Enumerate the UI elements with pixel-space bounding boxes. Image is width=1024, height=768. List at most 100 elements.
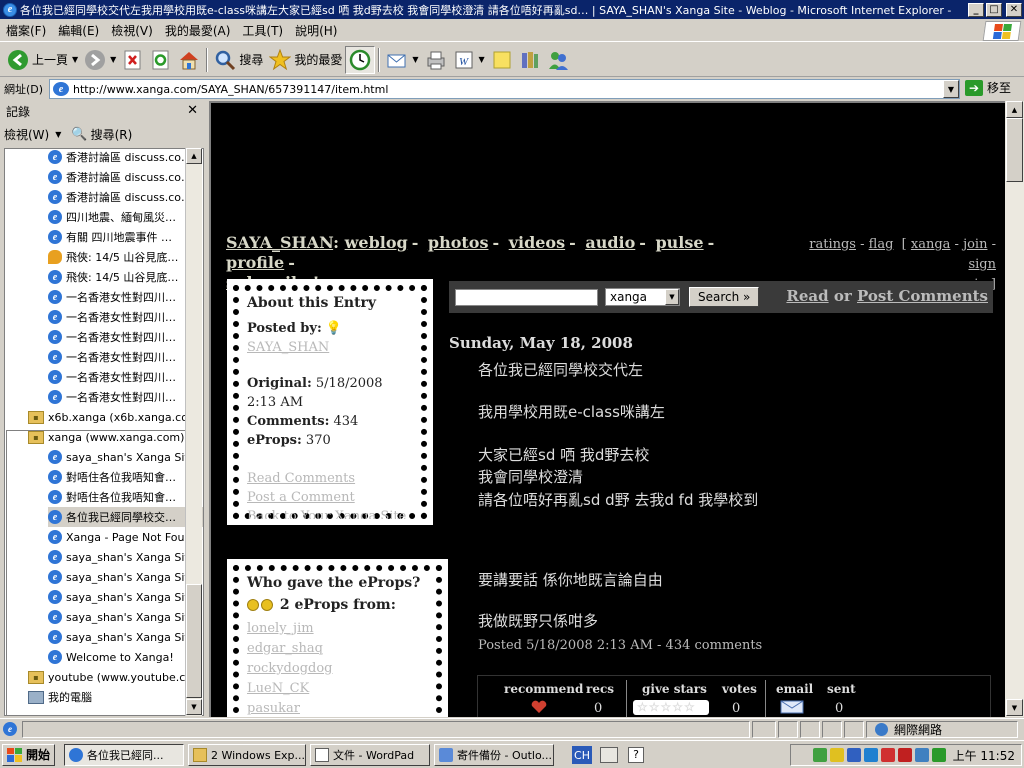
recommend-heart-icon[interactable] [530,700,548,714]
join-link[interactable]: join [963,237,987,252]
history-item[interactable]: e 一名香港女性對四川… [48,287,176,307]
tray-ati-icon[interactable] [897,748,912,762]
discuss-button[interactable] [488,46,516,74]
flag-link[interactable]: flag [869,237,894,252]
menu-view[interactable]: 檢視(V) [105,22,159,39]
taskbar-button-outlook[interactable]: 寄件備份 - Outlo... [434,744,554,766]
search-scope-select[interactable]: xanga ▼ [605,288,680,306]
email-envelope-icon[interactable] [780,700,806,714]
taskbar-button-explorer[interactable]: 2 Windows Exp...▼ [188,744,306,766]
forward-dropdown-icon[interactable]: ▼ [110,55,116,64]
minimize-button[interactable]: _ [968,2,984,17]
scroll-down-icon[interactable]: ▼ [1006,699,1023,716]
clock[interactable]: 上午 11:52 [953,747,1015,764]
nav-photos[interactable]: photos [428,233,489,252]
edit-button[interactable]: W ▼ [450,46,488,74]
menu-help[interactable]: 說明(H) [289,22,343,39]
history-item[interactable]: e 一名香港女性對四川… [48,327,176,347]
history-item[interactable]: e 一名香港女性對四川… [48,347,176,367]
nav-videos[interactable]: videos [509,233,565,252]
history-item[interactable]: e 香港討論區 discuss.co… [48,149,192,167]
back-button[interactable]: 上一頁 ▼ [4,46,81,74]
maximize-button[interactable]: □ [986,2,1002,17]
history-button[interactable] [345,45,376,74]
research-button[interactable] [516,46,544,74]
scroll-thumb[interactable] [1006,118,1023,182]
menu-favorites[interactable]: 我的最愛(A) [159,22,237,39]
stop-button[interactable] [119,46,147,74]
tray-network-icon[interactable] [812,748,827,762]
favorites-button[interactable]: 我的最愛 [266,46,345,74]
back-to-xanga-link[interactable]: Back to Your Xanga Site [247,507,413,526]
scroll-up-icon[interactable]: ▲ [186,148,202,164]
start-button[interactable]: 開始 [2,743,56,766]
content-scrollbar[interactable]: ▲ ▼ [1005,101,1024,717]
user-link[interactable]: SAYA_SHAN [226,233,333,252]
read-comments-link[interactable]: Read Comments [247,469,413,488]
mail-button[interactable]: ▼ [383,46,421,74]
post-comments-top-link[interactable]: Post Comments [857,287,988,305]
history-item[interactable]: e 飛俠: 14/5 山谷見底… [48,267,178,287]
menu-edit[interactable]: 編輯(E) [52,22,105,39]
eprops-user[interactable]: pasukar [247,699,428,717]
language-indicator[interactable]: CH [572,746,592,764]
back-dropdown-icon[interactable]: ▼ [72,55,78,64]
history-folder[interactable]: ▪ x6b.xanga (x6b.xanga.com) [28,407,203,427]
history-item[interactable]: e 一名香港女性對四川… [48,307,176,327]
nav-audio[interactable]: audio [585,233,635,252]
chevron-down-icon[interactable]: ▼ [665,289,679,305]
menu-tools[interactable]: 工具(T) [236,22,289,39]
ratings-link[interactable]: ratings [809,237,856,252]
history-item[interactable]: 飛俠: 14/5 山谷見底… [48,247,178,267]
print-button[interactable] [422,46,450,74]
messenger-button[interactable] [544,46,572,74]
sidebar-close-icon[interactable]: ✕ [187,103,198,118]
sidebar-view-button[interactable]: 檢視(W) ▼ [4,126,61,143]
history-item[interactable]: e 有關 四川地震事件 … [48,227,172,247]
history-item[interactable]: e 一名香港女性對四川… [48,387,176,407]
sidebar-search-button[interactable]: 🔍 搜尋(R) [71,126,132,143]
search-input[interactable] [455,288,598,306]
tray-volume-icon[interactable] [846,748,861,762]
xanga-link[interactable]: xanga [911,237,951,252]
forward-button[interactable]: ▼ [81,46,119,74]
read-comments-top-link[interactable]: Read [786,287,828,305]
mail-dropdown-icon[interactable]: ▼ [412,55,418,64]
tray-app-icon[interactable] [931,748,946,762]
star-rating-widget[interactable]: ☆☆☆☆☆ [633,700,709,715]
eprops-user[interactable]: lonely_jim [247,619,428,639]
nav-profile[interactable]: profile [226,253,284,272]
address-input[interactable]: e http://www.xanga.com/SAYA_SHAN/6573911… [49,79,960,99]
nav-weblog[interactable]: weblog [345,233,408,252]
sign-in-link[interactable]: sign [968,257,996,272]
keyboard-icon[interactable] [600,747,618,763]
scroll-thumb[interactable] [186,584,202,698]
address-url[interactable]: http://www.xanga.com/SAYA_SHAN/657391147… [73,83,388,96]
tray-monitor-icon[interactable] [863,748,878,762]
history-item[interactable]: e 一名香港女性對四川… [48,367,176,387]
search-submit-button[interactable]: Search » [689,287,760,307]
taskbar-button-wordpad[interactable]: 文件 - WordPad [310,744,430,766]
history-item[interactable]: e 香港討論區 discuss.co… [48,167,192,187]
edit-dropdown-icon[interactable]: ▼ [479,55,485,64]
taskbar-button-ie[interactable]: 各位我已經同... [64,744,184,766]
tray-antivirus-icon[interactable] [880,748,895,762]
refresh-button[interactable] [147,46,175,74]
nav-pulse[interactable]: pulse [655,233,703,252]
eprops-user[interactable]: LueN_CK [247,679,428,699]
search-button[interactable]: 搜尋 [211,46,266,74]
eprops-user[interactable]: rockydogdog [247,659,428,679]
menu-file[interactable]: 檔案(F) [0,22,52,39]
help-icon[interactable]: ? [628,747,644,763]
scroll-up-icon[interactable]: ▲ [1006,101,1023,118]
scroll-down-icon[interactable]: ▼ [186,699,202,715]
sidebar-scrollbar[interactable]: ▲ ▼ [185,148,202,716]
tray-shield-icon[interactable] [829,748,844,762]
eprops-user[interactable]: edgar_shaq [247,639,428,659]
tray-globe-icon[interactable] [914,748,929,762]
history-item[interactable]: e 四川地震、緬甸風災… [48,207,176,227]
go-button[interactable]: ➔ 移至 [965,79,1011,96]
close-button[interactable]: ✕ [1006,2,1022,17]
address-dropdown-icon[interactable]: ▼ [943,80,959,98]
posted-by-link[interactable]: SAYA_SHAN [247,340,329,355]
